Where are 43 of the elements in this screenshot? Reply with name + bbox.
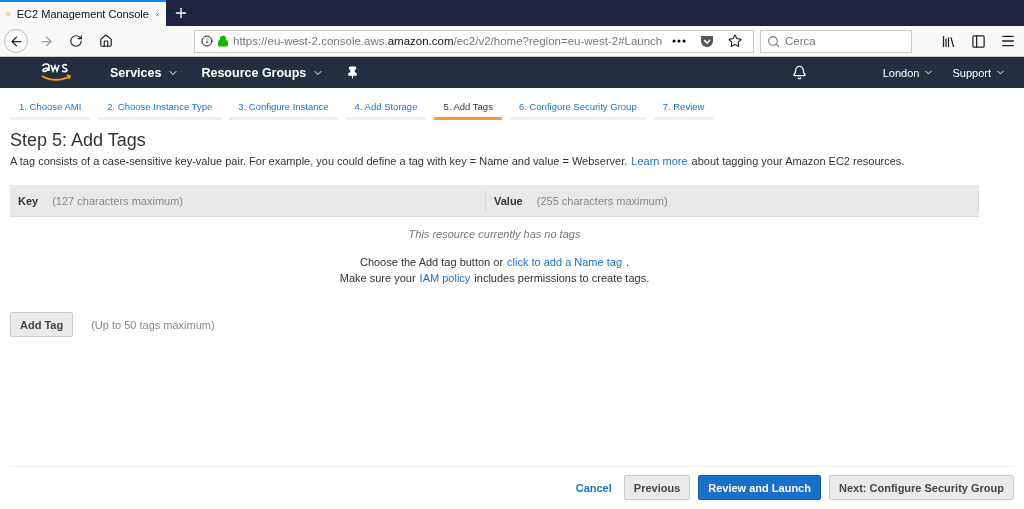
bell-icon[interactable] (791, 65, 807, 80)
info-icon (201, 35, 213, 47)
search-icon (767, 34, 780, 48)
home-icon[interactable] (99, 34, 113, 48)
column-name: Key (18, 194, 39, 207)
column-hint: (127 characters maximum) (52, 194, 183, 207)
empty-message: This resource currently has no tags (407, 228, 582, 240)
add-tag-button[interactable]: Add Tag (10, 312, 74, 337)
pin-icon[interactable] (346, 66, 360, 79)
description: A tag consists of a case-sensitive key-value pair. For example, you could define a tag with key = Name and value = Webserver. Learn more about tagging your Amazon EC2 resources. (10, 154, 906, 169)
wizard-step[interactable]: 6. Configure Security Group (509, 96, 646, 120)
limit-note: (Up to 50 tags maximum) (91, 318, 215, 331)
text-link[interactable]: click to add a Name tag (507, 256, 622, 268)
wizard-step[interactable]: 3. Configure Instance (229, 96, 338, 120)
column-hint: (255 characters maximum) (536, 194, 668, 207)
lock-icon (217, 35, 229, 47)
nav-menu[interactable]: London (882, 66, 935, 79)
previous-button[interactable]: Previous (623, 475, 691, 500)
wizard-step[interactable]: 7. Review (653, 96, 714, 120)
back-button[interactable] (4, 29, 28, 53)
text-link[interactable]: Learn more (631, 155, 688, 167)
nav-menu[interactable]: Services (110, 65, 180, 80)
column-name: Value (494, 194, 523, 207)
next-button[interactable]: Next: Configure Security Group (828, 475, 1014, 500)
plus-icon[interactable] (173, 5, 189, 21)
wizard-step[interactable]: 1. Choose AMI (10, 96, 91, 120)
page-title: Step 5: Add Tags (10, 130, 147, 151)
reload-icon[interactable] (69, 34, 83, 48)
review-and-launch-button[interactable]: Review and Launch (698, 475, 821, 500)
search-field[interactable]: Cerca (760, 29, 912, 53)
wizard-step[interactable]: 5. Add Tags (434, 96, 502, 120)
cancel-link[interactable]: Cancel (575, 481, 612, 494)
text-link[interactable]: IAM policy (419, 272, 471, 284)
nav-menu[interactable]: Resource Groups (201, 65, 325, 80)
wizard-step[interactable]: 2. Choose Instance Type (98, 96, 222, 120)
browser-tab[interactable]: EC2 Management Console (0, 0, 166, 26)
arrow-right-icon[interactable] (38, 33, 54, 49)
help-text: Choose the Add tag button or click to add a Name tag . (358, 255, 631, 270)
wizard-step[interactable]: 4. Add Storage (345, 96, 427, 120)
aws-logo[interactable] (40, 61, 74, 84)
nav-menu[interactable]: Support (952, 66, 1006, 79)
url-field[interactable]: https://eu-west-2.console.aws.amazon.com/ec2/v2/home?region=eu-west-2#Launch (194, 29, 754, 53)
help-text: Make sure your IAM policy includes permissions to create tags. (338, 271, 651, 286)
